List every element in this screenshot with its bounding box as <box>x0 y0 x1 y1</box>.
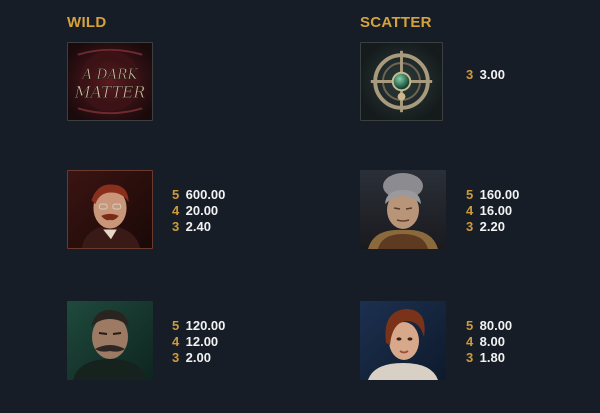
pay-amount: 8.00 <box>479 334 505 349</box>
old-woman-portrait-icon <box>360 170 446 249</box>
mustached-man-paytable: 5 120.00 4 12.00 3 2.00 <box>172 318 225 366</box>
wild-logo-icon: A DARK MATTER <box>68 43 152 120</box>
wild-logo-line2: MATTER <box>74 84 146 102</box>
pay-amount: 1.80 <box>479 350 505 365</box>
pay-amount: 120.00 <box>185 318 226 333</box>
mustached-man-portrait-icon <box>67 301 153 380</box>
pay-row: 3 1.80 <box>466 350 512 366</box>
pay-row: 5 120.00 <box>172 318 225 334</box>
pay-row: 3 2.20 <box>466 219 519 235</box>
pay-count: 3 <box>172 350 180 365</box>
pay-row: 5 600.00 <box>172 187 225 203</box>
red-haired-man-paytable: 5 600.00 4 20.00 3 2.40 <box>172 187 225 235</box>
pay-count: 5 <box>466 187 474 202</box>
pay-row: 3 2.00 <box>172 350 225 366</box>
pay-row: 3 3.00 <box>466 67 505 83</box>
pay-amount: 2.20 <box>479 219 505 234</box>
pay-count: 3 <box>466 67 474 82</box>
pay-count: 4 <box>172 334 180 349</box>
pay-amount: 2.40 <box>185 219 211 234</box>
young-woman-tile <box>360 301 446 380</box>
young-woman-paytable: 5 80.00 4 8.00 3 1.80 <box>466 318 512 366</box>
pay-count: 4 <box>466 203 474 218</box>
pay-count: 5 <box>466 318 474 333</box>
pay-count: 5 <box>172 318 180 333</box>
pay-count: 3 <box>466 350 474 365</box>
pay-row: 5 160.00 <box>466 187 519 203</box>
young-woman-portrait-icon <box>360 301 446 380</box>
old-woman-paytable: 5 160.00 4 16.00 3 2.20 <box>466 187 519 235</box>
wild-heading: WILD <box>67 14 107 31</box>
scatter-symbol-tile <box>360 42 443 121</box>
pay-amount: 80.00 <box>479 318 513 333</box>
pay-amount: 16.00 <box>479 203 513 218</box>
wild-symbol-tile: A DARK MATTER <box>67 42 153 121</box>
pay-row: 3 2.40 <box>172 219 225 235</box>
pay-count: 3 <box>172 219 180 234</box>
pay-row: 4 20.00 <box>172 203 225 219</box>
pay-amount: 600.00 <box>185 187 226 202</box>
pay-count: 4 <box>466 334 474 349</box>
pay-amount: 12.00 <box>185 334 219 349</box>
mustached-man-tile <box>67 301 153 380</box>
pay-row: 4 16.00 <box>466 203 519 219</box>
scatter-heading: SCATTER <box>360 14 432 31</box>
old-woman-tile <box>360 170 446 249</box>
pay-amount: 160.00 <box>479 187 520 202</box>
red-haired-man-tile <box>67 170 153 249</box>
pay-row: 4 12.00 <box>172 334 225 350</box>
wild-logo-line1: A DARK <box>80 67 138 83</box>
pay-count: 4 <box>172 203 180 218</box>
pay-count: 3 <box>466 219 474 234</box>
pay-amount: 2.00 <box>185 350 211 365</box>
red-haired-man-portrait-icon <box>68 171 152 248</box>
scatter-paytable: 3 3.00 <box>466 67 505 83</box>
scatter-emblem-icon <box>361 43 442 120</box>
pay-row: 4 8.00 <box>466 334 512 350</box>
pay-amount: 20.00 <box>185 203 219 218</box>
pay-count: 5 <box>172 187 180 202</box>
pay-amount: 3.00 <box>479 67 505 82</box>
pay-row: 5 80.00 <box>466 318 512 334</box>
